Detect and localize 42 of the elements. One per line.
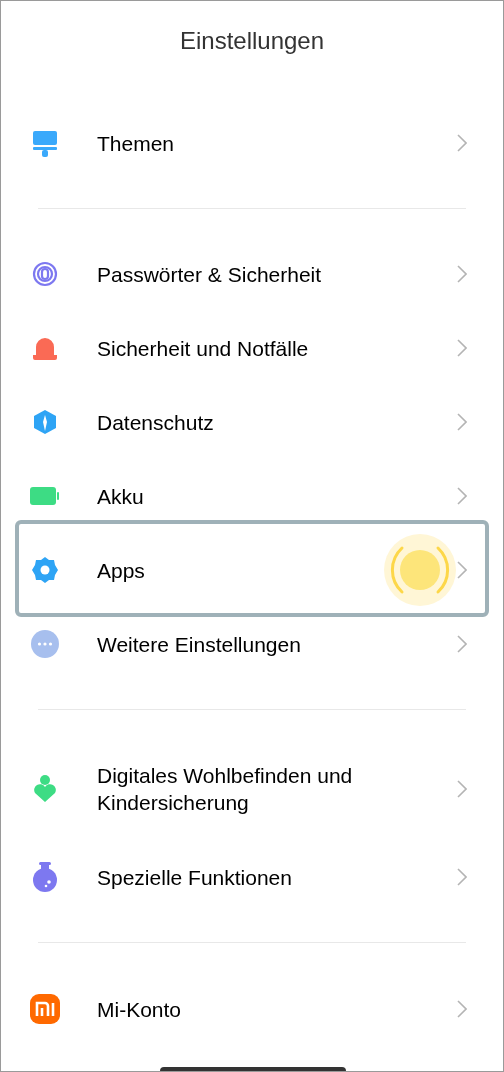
settings-item[interactable]: Akku	[1, 459, 503, 533]
paint-roller-icon	[32, 129, 58, 157]
settings-item[interactable]: Spezielle Funktionen	[1, 840, 503, 914]
settings-item[interactable]: Apps	[1, 533, 503, 607]
shield-icon	[33, 409, 57, 435]
item-label: Apps	[97, 557, 146, 584]
settings-item[interactable]: Sicherheit und Notfälle	[1, 311, 503, 385]
item-label: Digitales Wohlbefinden und Kindersicherung	[97, 763, 354, 816]
chevron-right-icon	[457, 413, 467, 431]
logo-icon	[30, 994, 60, 1024]
settings-item[interactable]: Passwörter & Sicherheit	[1, 237, 503, 311]
chevron-right-icon	[457, 561, 467, 579]
item-label: Weitere Einstellungen	[97, 631, 302, 658]
chevron-right-icon	[457, 134, 467, 152]
heart-person-icon	[33, 775, 57, 803]
fingerprint-icon	[32, 260, 58, 288]
settings-item[interactable]: Digitales Wohlbefinden und Kindersicherung	[1, 738, 503, 840]
chevron-right-icon	[457, 487, 467, 505]
gear-icon	[31, 556, 59, 584]
item-label: Datenschutz	[97, 409, 215, 436]
item-label: Themen	[97, 130, 176, 157]
item-label: Sicherheit und Notfälle	[97, 335, 310, 362]
settings-item[interactable]: Datenschutz	[1, 385, 503, 459]
settings-item[interactable]: Weitere Einstellungen	[1, 607, 503, 681]
chevron-right-icon	[457, 265, 467, 283]
tap-indicator	[384, 534, 456, 606]
settings-item[interactable]: Themen	[1, 106, 503, 180]
chevron-right-icon	[457, 780, 467, 798]
flask-icon	[32, 862, 58, 892]
chevron-right-icon	[457, 1000, 467, 1018]
item-label: Spezielle Funktionen	[97, 864, 293, 891]
more-icon	[31, 630, 59, 658]
item-label: Mi-Konto	[97, 996, 183, 1023]
settings-item[interactable]: Mi-Konto	[1, 972, 503, 1046]
chevron-right-icon	[457, 635, 467, 653]
chevron-right-icon	[457, 339, 467, 357]
siren-icon	[32, 336, 58, 360]
chevron-right-icon	[457, 868, 467, 886]
battery-icon	[30, 487, 60, 505]
page-title: Einstellungen	[179, 26, 325, 56]
item-label: Akku	[97, 483, 145, 510]
item-label: Passwörter & Sicherheit	[97, 261, 323, 288]
